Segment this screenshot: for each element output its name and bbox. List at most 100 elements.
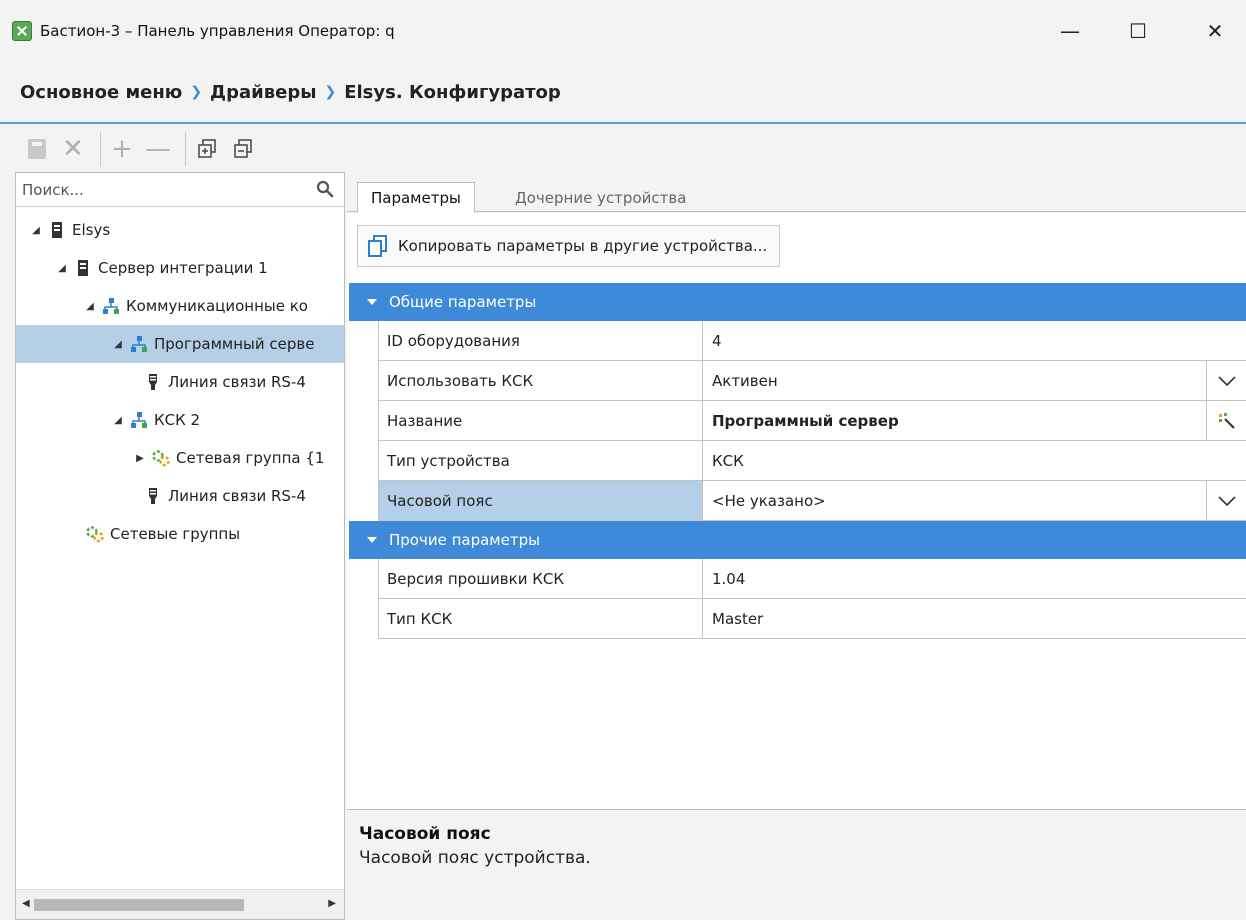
expand-all-button[interactable] xyxy=(192,134,222,164)
dropdown-button[interactable] xyxy=(1206,481,1246,520)
tree-item-label: Линия связи RS-4 xyxy=(168,373,306,391)
property-value[interactable]: 1.04 xyxy=(703,559,1246,599)
tab-bar: Параметры Дочерние устройства xyxy=(347,172,1246,213)
tree-item-integration-server[interactable]: ◢ Сервер интеграции 1 xyxy=(16,249,344,287)
description-title: Часовой пояс xyxy=(359,824,491,844)
horizontal-scrollbar[interactable]: ◀ ▶ xyxy=(16,889,344,919)
wizard-button[interactable] xyxy=(1206,401,1246,440)
group-collapse-icon[interactable] xyxy=(367,537,377,543)
scroll-left-icon[interactable]: ◀ xyxy=(22,898,30,909)
breadcrumb-item-main-menu[interactable]: Основное меню xyxy=(20,82,182,103)
breadcrumb-item-drivers[interactable]: Драйверы xyxy=(210,82,316,103)
server-icon xyxy=(78,260,88,276)
tree-item-elsys[interactable]: ◢ Elsys xyxy=(16,211,344,249)
property-value[interactable]: 4 xyxy=(703,321,1246,361)
toolbar: ✕ + — xyxy=(0,126,1246,172)
tree-item-label: КСК 2 xyxy=(154,411,201,429)
group-header-other[interactable]: Прочие параметры xyxy=(349,521,1246,559)
tree-item-line-rs[interactable]: Линия связи RS-4 xyxy=(16,477,344,515)
property-name: ID оборудования xyxy=(379,321,703,361)
group-header-general[interactable]: Общие параметры xyxy=(349,283,1246,321)
property-name: Версия прошивки КСК xyxy=(379,559,703,599)
copy-parameters-label: Копировать параметры в другие устройства… xyxy=(398,237,768,255)
maximize-button[interactable]: ☐ xyxy=(1118,14,1158,48)
delete-icon: ✕ xyxy=(62,134,84,164)
tree-item-communication[interactable]: ◢ Коммуникационные ко xyxy=(16,287,344,325)
group-title: Общие параметры xyxy=(389,293,537,311)
close-button[interactable]: ✕ xyxy=(1195,14,1235,48)
property-value[interactable]: Master xyxy=(703,599,1246,639)
property-row[interactable]: Версия прошивки КСК 1.04 xyxy=(349,559,1246,599)
property-name: Название xyxy=(379,401,703,441)
device-tree-panel: ◢ Elsys ◢ Сервер интеграции 1 ◢ Коммуник… xyxy=(15,172,345,920)
breadcrumb: Основное меню ❯ Драйверы ❯ Elsys. Конфиг… xyxy=(0,62,1246,124)
property-value: Программный сервер xyxy=(712,412,899,430)
tree-expanded-icon[interactable]: ◢ xyxy=(56,263,68,274)
property-value-dropdown[interactable]: <Не указано> xyxy=(703,481,1246,521)
tab-child-devices[interactable]: Дочерние устройства xyxy=(502,182,699,213)
tree-item-label: Сервер интеграции 1 xyxy=(98,259,268,277)
scrollbar-thumb[interactable] xyxy=(34,899,244,911)
remove-button[interactable]: — xyxy=(143,134,173,164)
property-value: Активен xyxy=(712,372,778,390)
expand-all-icon xyxy=(198,139,216,158)
property-value: <Не указано> xyxy=(712,492,826,510)
save-icon xyxy=(28,139,46,159)
tree-item-ksk-2[interactable]: ◢ КСК 2 xyxy=(16,401,344,439)
window-title: Бастион-3 – Панель управления Оператор: … xyxy=(40,22,395,40)
tree-item-line-rs[interactable]: Линия связи RS-4 xyxy=(16,363,344,401)
save-button[interactable] xyxy=(22,134,52,164)
tree-item-label: Линия связи RS-4 xyxy=(168,487,306,505)
collapse-all-button[interactable] xyxy=(228,134,258,164)
property-row[interactable]: Тип устройства КСК xyxy=(349,441,1246,481)
chevron-down-icon xyxy=(1217,495,1236,506)
title-bar: Бастион-3 – Панель управления Оператор: … xyxy=(0,0,1246,62)
property-value[interactable]: КСК xyxy=(703,441,1246,481)
group-icon xyxy=(152,450,170,467)
toolbar-divider xyxy=(100,132,101,166)
row-gutter xyxy=(349,559,379,599)
property-name: Тип КСК xyxy=(379,599,703,639)
search-input[interactable] xyxy=(22,180,302,199)
parameters-tab-content: Копировать параметры в другие устройства… xyxy=(347,213,1246,809)
search-box xyxy=(16,173,344,207)
add-button[interactable]: + xyxy=(107,134,137,164)
details-panel: Параметры Дочерние устройства Копировать… xyxy=(347,172,1246,920)
property-name: Использовать КСК xyxy=(379,361,703,401)
group-collapse-icon[interactable] xyxy=(367,299,377,305)
tree-expanded-icon[interactable]: ◢ xyxy=(112,415,124,426)
row-gutter xyxy=(349,481,379,521)
row-gutter xyxy=(349,361,379,401)
copy-parameters-button[interactable]: Копировать параметры в другие устройства… xyxy=(357,225,781,267)
group-title: Прочие параметры xyxy=(389,531,540,549)
tree-expanded-icon[interactable]: ◢ xyxy=(30,225,42,236)
row-gutter xyxy=(349,441,379,481)
breadcrumb-separator-icon: ❯ xyxy=(190,84,203,100)
row-gutter xyxy=(349,599,379,639)
tree-expanded-icon[interactable]: ◢ xyxy=(112,339,124,350)
tab-parameters[interactable]: Параметры xyxy=(357,182,475,213)
group-icon xyxy=(86,526,104,543)
tree-collapsed-icon[interactable]: ▶ xyxy=(134,453,146,464)
tree-item-network-groups[interactable]: Сетевые группы xyxy=(16,515,344,553)
network-icon xyxy=(131,412,147,428)
property-row[interactable]: ID оборудования 4 xyxy=(349,321,1246,361)
property-row[interactable]: Тип КСК Master xyxy=(349,599,1246,639)
search-icon[interactable] xyxy=(316,180,334,198)
property-value-wizard[interactable]: Программный сервер xyxy=(703,401,1246,441)
tree-expanded-icon[interactable]: ◢ xyxy=(84,301,96,312)
tree-item-program-server[interactable]: ◢ Программный серве xyxy=(16,325,344,363)
network-icon xyxy=(131,336,147,352)
property-value-dropdown[interactable]: Активен xyxy=(703,361,1246,401)
property-row[interactable]: Название Программный сервер xyxy=(349,401,1246,441)
property-row-selected[interactable]: Часовой пояс <Не указано> xyxy=(349,481,1246,521)
copy-icon xyxy=(368,235,387,257)
minimize-button[interactable]: — xyxy=(1050,14,1090,48)
property-row[interactable]: Использовать КСК Активен xyxy=(349,361,1246,401)
dropdown-button[interactable] xyxy=(1206,361,1246,400)
tree-item-network-group[interactable]: ▶ Сетевая группа {1 xyxy=(16,439,344,477)
scroll-right-icon[interactable]: ▶ xyxy=(328,898,336,909)
breadcrumb-separator-icon: ❯ xyxy=(324,84,337,100)
delete-button[interactable]: ✕ xyxy=(58,134,88,164)
line-icon xyxy=(149,488,157,504)
